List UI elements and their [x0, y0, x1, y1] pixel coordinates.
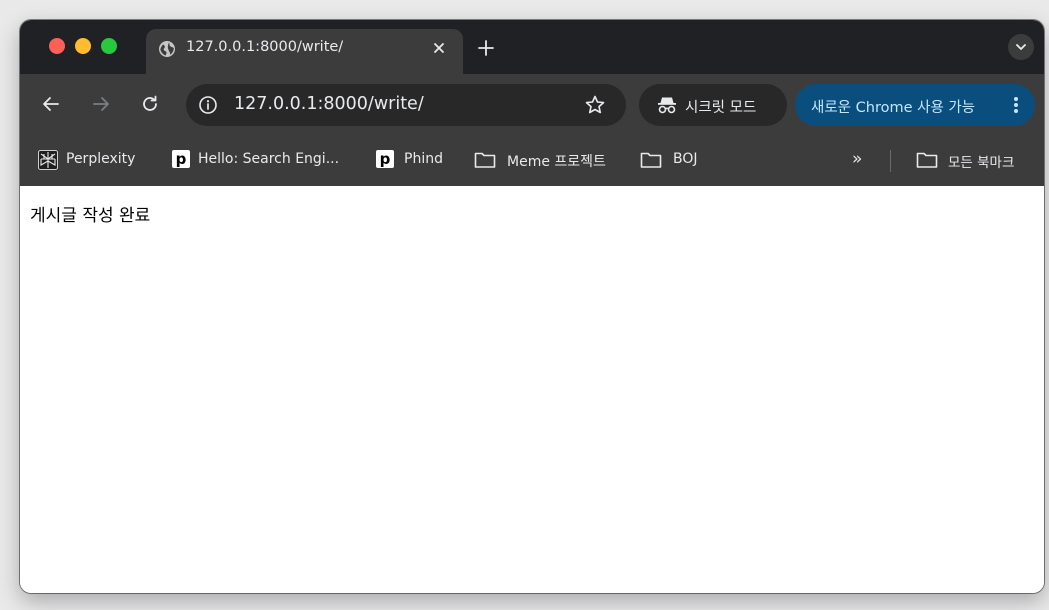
tab-title: 127.0.0.1:8000/write/ — [186, 39, 344, 55]
all-bookmarks-folder[interactable]: 모든 북마크 — [916, 148, 1036, 172]
phind-p-icon: p — [376, 150, 394, 168]
update-chrome-label: 새로운 Chrome 사용 가능 — [811, 100, 976, 116]
plus-icon[interactable] — [475, 37, 497, 59]
star-icon[interactable] — [584, 94, 606, 116]
incognito-label: 시크릿 모드 — [685, 100, 757, 116]
post-complete-message: 게시글 작성 완료 — [30, 206, 151, 226]
incognito-indicator[interactable]: 시크릿 모드 — [639, 84, 787, 126]
reload-icon[interactable] — [138, 92, 162, 116]
window-minimize-button[interactable] — [75, 38, 91, 54]
browser-window: 127.0.0.1:8000/write/ 127.0.0.1:8000/wri… — [20, 20, 1044, 593]
close-icon[interactable] — [429, 38, 449, 58]
address-bar-url[interactable]: 127.0.0.1:8000/write/ — [234, 94, 424, 114]
bookmark-phind[interactable]: p Phind — [376, 148, 456, 172]
tab-strip: 127.0.0.1:8000/write/ — [20, 20, 1044, 74]
perplexity-logo-icon — [38, 150, 58, 170]
bookmark-label: Meme 프로젝트 — [507, 154, 606, 170]
update-chrome-button[interactable]: 새로운 Chrome 사용 가능 — [795, 84, 1035, 126]
folder-icon — [474, 152, 496, 168]
info-icon[interactable] — [198, 95, 218, 115]
bookmark-label: Phind — [404, 151, 443, 167]
folder-icon — [640, 152, 662, 168]
page-content: 게시글 작성 완료 — [20, 186, 1044, 593]
chevron-down-icon — [1016, 44, 1026, 50]
bookmarks-divider — [890, 150, 891, 172]
globe-icon — [159, 41, 175, 57]
bookmarks-overflow-button[interactable]: » — [850, 148, 874, 172]
bookmark-label: Hello: Search Engi... — [198, 151, 340, 167]
incognito-icon — [658, 97, 676, 114]
kebab-menu-icon[interactable] — [1011, 95, 1021, 115]
address-bar[interactable]: 127.0.0.1:8000/write/ — [186, 84, 626, 126]
bookmarks-bar: Perplexity p Hello: Search Engi... p Phi… — [20, 136, 1044, 186]
all-bookmarks-label: 모든 북마크 — [948, 155, 1015, 171]
window-close-button[interactable] — [49, 38, 65, 54]
bookmark-hello-search[interactable]: p Hello: Search Engi... — [172, 148, 362, 172]
back-arrow-icon[interactable] — [39, 92, 63, 116]
double-chevron-icon: » — [852, 149, 863, 169]
bookmark-folder-boj[interactable]: BOJ — [640, 148, 710, 172]
bookmark-folder-meme[interactable]: Meme 프로젝트 — [474, 148, 634, 172]
forward-arrow-icon[interactable] — [89, 92, 113, 116]
folder-icon — [916, 152, 938, 168]
tab-active[interactable]: 127.0.0.1:8000/write/ — [146, 29, 463, 74]
bookmark-label: Perplexity — [66, 151, 136, 167]
toolbar: 127.0.0.1:8000/write/ 시크릿 모드 새로운 Chrome … — [20, 74, 1044, 136]
phind-p-icon: p — [172, 150, 190, 168]
tab-search-button[interactable] — [1008, 34, 1034, 60]
bookmark-perplexity[interactable]: Perplexity — [38, 148, 168, 172]
window-maximize-button[interactable] — [101, 38, 117, 54]
bookmark-label: BOJ — [673, 151, 698, 167]
